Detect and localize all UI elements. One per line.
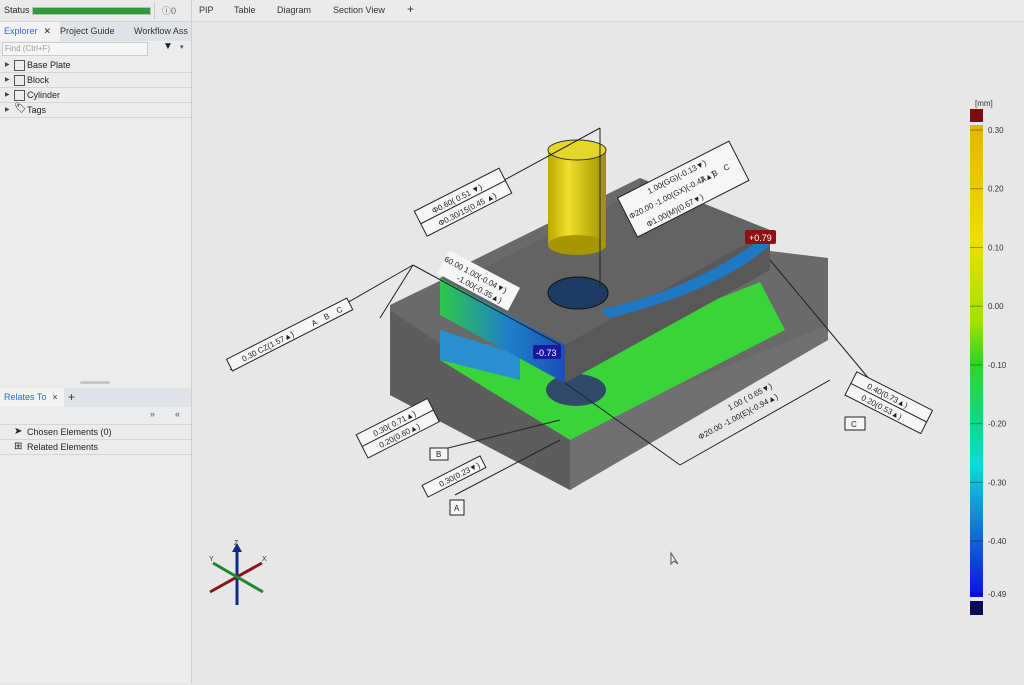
tree-item-label: Base Plate (27, 60, 71, 70)
element-icon (14, 60, 25, 71)
expand-arrow-icon[interactable]: ▶ (5, 103, 10, 117)
tab-explorer-label: Explorer (4, 26, 38, 36)
datum-b-label[interactable]: B (429, 447, 449, 461)
tab-project-guide-label: Project Guide (60, 26, 115, 36)
legend-tick-label: 0.00 (988, 302, 1004, 311)
through-hole (547, 276, 609, 310)
min-deviation-value: -0.73 (536, 348, 557, 358)
fcf-cylinder-position[interactable]: Φ0.60( 0.51 ▼) Φ0.30/15(0.45 ▲) (413, 167, 513, 237)
status-progress-bar (32, 7, 151, 15)
legend-unit: [mm] (975, 99, 993, 108)
tree-item-label: Tags (27, 105, 47, 115)
expand-arrow-icon[interactable]: ▶ (5, 58, 10, 72)
datum-text: A (454, 504, 460, 513)
relates-toolbar: » « (0, 406, 191, 425)
datum-a-label[interactable]: A (449, 499, 465, 516)
panel-splitter-handle[interactable] (80, 381, 110, 384)
expand-arrow-icon[interactable]: ▶ (5, 73, 10, 87)
cylinder[interactable] (547, 139, 607, 255)
legend-tick-label: -0.30 (988, 478, 1007, 487)
legend-over-range-swatch (970, 109, 983, 122)
tab-diagram[interactable]: Diagram (277, 5, 311, 15)
info-count: 0 (171, 6, 177, 16)
close-icon[interactable]: ✕ (44, 26, 52, 36)
legend-tick-label: -0.40 (988, 537, 1007, 546)
chosen-elements-row[interactable]: ➤ Chosen Elements (0) (0, 425, 191, 440)
related-elements-label: Related Elements (27, 442, 99, 452)
close-icon[interactable]: × (52, 392, 57, 402)
add-view-button[interactable]: + (407, 2, 414, 16)
cylinder-top (547, 139, 607, 161)
tree-item-label: Block (27, 75, 50, 85)
legend-tick-label: -0.20 (988, 420, 1007, 429)
x-axis-label: X (262, 556, 267, 563)
info-indicator[interactable]: ⓘ0 (162, 4, 176, 17)
explorer-tabbar: Explorer ✕ Project Guide Workflow Ass (0, 22, 191, 41)
tag-icon: 🏷 (14, 103, 27, 114)
3d-viewport[interactable]: Φ0.60( 0.51 ▼) Φ0.30/15(0.45 ▲) 1.00(GG)… (192, 22, 1024, 683)
status-bar: Status ⓘ0 (0, 0, 191, 22)
fcf-profile[interactable]: 0.30 CZ(1.57▲) A B C (225, 297, 354, 372)
model-scene[interactable]: Φ0.60( 0.51 ▼) Φ0.30/15(0.45 ▲) 1.00(GG)… (192, 22, 1024, 683)
status-label: Status (4, 5, 30, 15)
legend-color-bar (970, 125, 983, 597)
datum-c-label[interactable]: C (844, 416, 866, 431)
min-deviation-label[interactable]: -0.73 (533, 345, 561, 359)
status-progress-fill (33, 8, 150, 14)
tab-section-view[interactable]: Section View (333, 5, 385, 15)
chevron-down-icon[interactable]: ▾ (180, 43, 184, 51)
lower-hole (546, 374, 606, 406)
fcf-flatness[interactable]: 0.30(0.23▼) (421, 455, 487, 498)
datum-text: B (436, 450, 441, 459)
expand-all-icon[interactable]: » (150, 409, 155, 419)
element-icon (14, 90, 25, 101)
tree-item-cylinder[interactable]: ▶ Cylinder (0, 88, 191, 103)
legend-tick-label: 0.20 (988, 185, 1004, 194)
z-axis-label: Z (234, 540, 239, 547)
collapse-all-icon[interactable]: « (175, 409, 180, 419)
element-icon (14, 75, 25, 86)
legend-under-range-swatch (970, 601, 983, 615)
left-panel: Status ⓘ0 Explorer ✕ Project Guide Workfl… (0, 0, 192, 683)
color-legend: [mm] 0.30 0.20 0.10 0.00 -0.10 -0.20 -0.30 -0.4… (970, 99, 1007, 615)
tab-table[interactable]: Table (234, 5, 256, 15)
tab-workflow-assistant[interactable]: Workflow Ass (130, 22, 193, 41)
add-tab-button[interactable]: + (64, 388, 79, 407)
max-deviation-label[interactable]: +0.79 (745, 230, 776, 244)
relates-tabbar: Relates To × + (0, 388, 191, 407)
max-deviation-value: +0.79 (749, 233, 772, 243)
tree-item-block[interactable]: ▶ Block (0, 73, 191, 88)
cylinder-body (548, 150, 606, 245)
tree-item-label: Cylinder (27, 90, 61, 100)
expand-arrow-icon[interactable]: ▶ (5, 88, 10, 102)
tol-text: 0.30 CZ(1.57▲) (240, 329, 295, 363)
cursor-icon: ➤ (14, 426, 23, 437)
tab-explorer[interactable]: Explorer ✕ (0, 22, 60, 41)
tab-relates-to[interactable]: Relates To × (0, 388, 64, 407)
axis-triad[interactable]: Z X Y (209, 540, 267, 605)
tree-item-base-plate[interactable]: ▶ Base Plate (0, 58, 191, 73)
related-elements-row[interactable]: ⊞ Related Elements (0, 440, 191, 455)
legend-tick-label: 0.30 (988, 126, 1004, 135)
fcf-perpendicularity[interactable]: 0.30( 0.71▲) 0.20(0.60▲) (355, 397, 440, 459)
hierarchy-icon: ⊞ (14, 441, 23, 452)
datum-text: C (851, 420, 857, 429)
y-axis-label: Y (209, 556, 214, 563)
chosen-elements-label: Chosen Elements (0) (27, 427, 112, 437)
cylinder-bottom (548, 235, 606, 255)
tree-item-tags[interactable]: ▶ 🏷 Tags (0, 103, 191, 118)
divider (154, 2, 155, 19)
legend-tick-label: 0.10 (988, 243, 1004, 252)
filter-icon[interactable]: ▼ (163, 41, 173, 52)
tab-relates-label: Relates To (4, 392, 47, 402)
find-input[interactable]: Find (Ctrl+F) (2, 42, 148, 56)
tab-project-guide[interactable]: Project Guide (56, 22, 119, 41)
legend-tick-label: -0.49 (988, 590, 1007, 599)
tab-workflow-label: Workflow Ass (134, 26, 188, 36)
view-tabbar: PIP Table Diagram Section View + (192, 0, 1024, 22)
mouse-cursor-icon (670, 551, 679, 566)
tab-pip[interactable]: PIP (199, 5, 214, 15)
legend-tick-label: -0.10 (988, 361, 1007, 370)
